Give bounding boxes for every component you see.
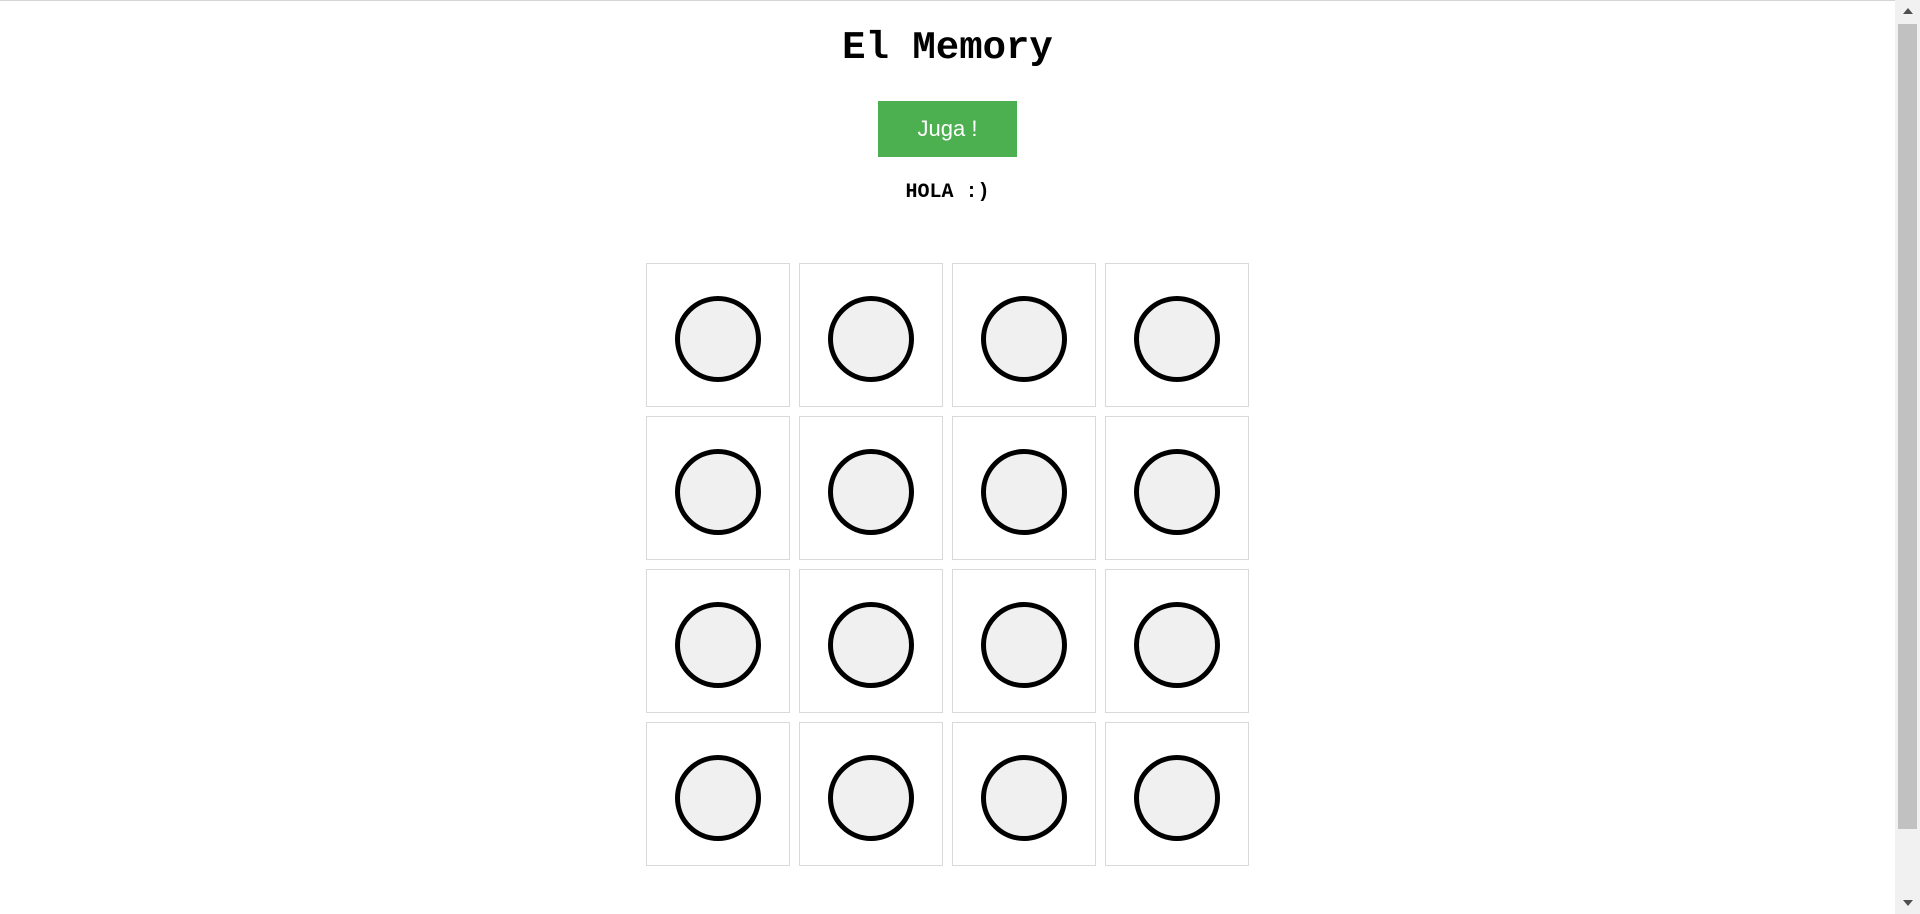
memory-card[interactable] <box>646 569 790 713</box>
memory-card[interactable] <box>1105 569 1249 713</box>
memory-card[interactable] <box>799 569 943 713</box>
memory-card[interactable] <box>1105 722 1249 866</box>
circle-icon <box>981 601 1067 688</box>
memory-card[interactable] <box>799 416 943 560</box>
circle-icon <box>675 754 761 841</box>
memory-card[interactable] <box>952 416 1096 560</box>
circle-icon <box>828 295 914 382</box>
circle-icon <box>1134 448 1220 535</box>
play-button[interactable]: Juga ! <box>878 101 1017 157</box>
circle-icon <box>675 448 761 535</box>
game-board <box>646 263 1250 867</box>
page: El Memory Juga ! HOLA :) <box>0 0 1895 914</box>
memory-card[interactable] <box>799 263 943 407</box>
memory-card[interactable] <box>952 263 1096 407</box>
memory-card[interactable] <box>646 722 790 866</box>
vertical-scrollbar[interactable] <box>1895 0 1920 914</box>
memory-card[interactable] <box>952 569 1096 713</box>
status-message: HOLA :) <box>905 181 990 204</box>
circle-icon <box>675 601 761 688</box>
circle-icon <box>981 448 1067 535</box>
memory-card[interactable] <box>799 722 943 866</box>
circle-icon <box>828 601 914 688</box>
circle-icon <box>828 448 914 535</box>
circle-icon <box>675 295 761 382</box>
memory-card[interactable] <box>952 722 1096 866</box>
circle-icon <box>828 754 914 841</box>
circle-icon <box>1134 295 1220 382</box>
memory-card[interactable] <box>646 416 790 560</box>
memory-card[interactable] <box>1105 416 1249 560</box>
circle-icon <box>981 754 1067 841</box>
circle-icon <box>1134 754 1220 841</box>
scroll-up-icon[interactable] <box>1895 0 1920 22</box>
memory-card[interactable] <box>1105 263 1249 407</box>
circle-icon <box>1134 601 1220 688</box>
circle-icon <box>981 295 1067 382</box>
page-title: El Memory <box>842 26 1053 70</box>
scroll-down-icon[interactable] <box>1895 892 1920 914</box>
memory-card[interactable] <box>646 263 790 407</box>
scroll-thumb[interactable] <box>1898 24 1917 829</box>
